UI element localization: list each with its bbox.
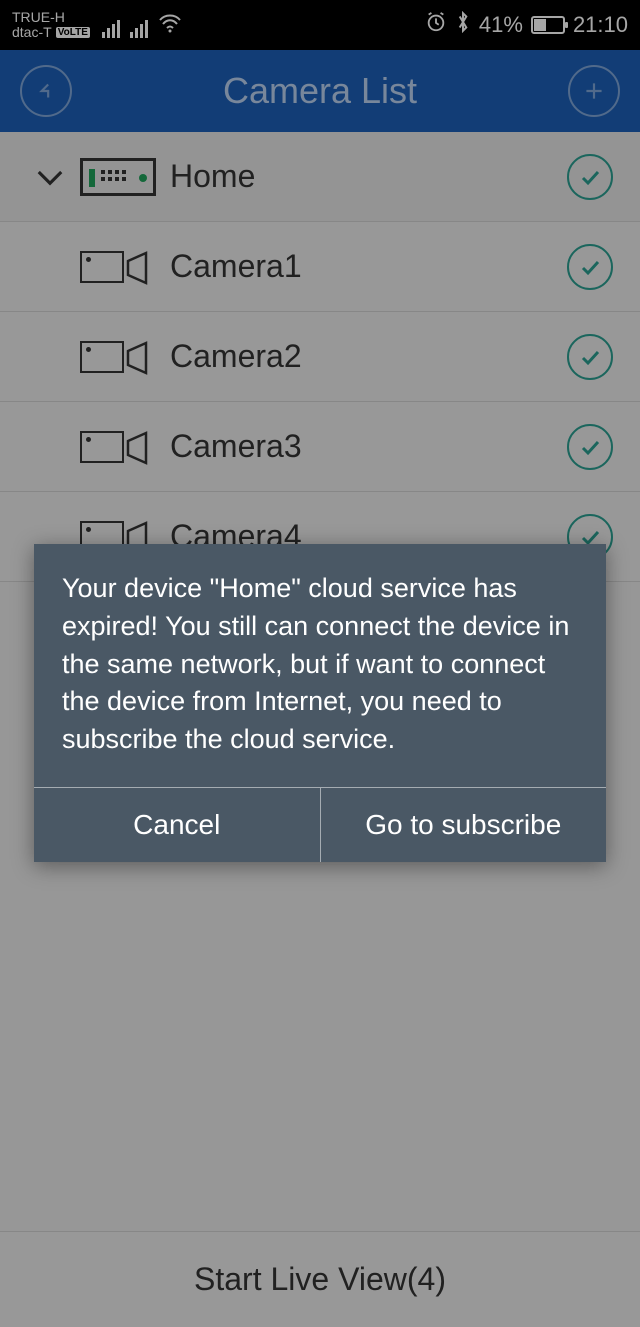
dialog-message: Your device "Home" cloud service has exp… — [34, 544, 606, 787]
subscribe-button[interactable]: Go to subscribe — [321, 788, 607, 862]
expired-dialog: Your device "Home" cloud service has exp… — [34, 544, 606, 862]
cancel-label: Cancel — [133, 809, 220, 841]
subscribe-label: Go to subscribe — [365, 809, 561, 841]
screen: TRUE-H dtac-T VoLTE 41% — [0, 0, 640, 1327]
cancel-button[interactable]: Cancel — [34, 788, 320, 862]
